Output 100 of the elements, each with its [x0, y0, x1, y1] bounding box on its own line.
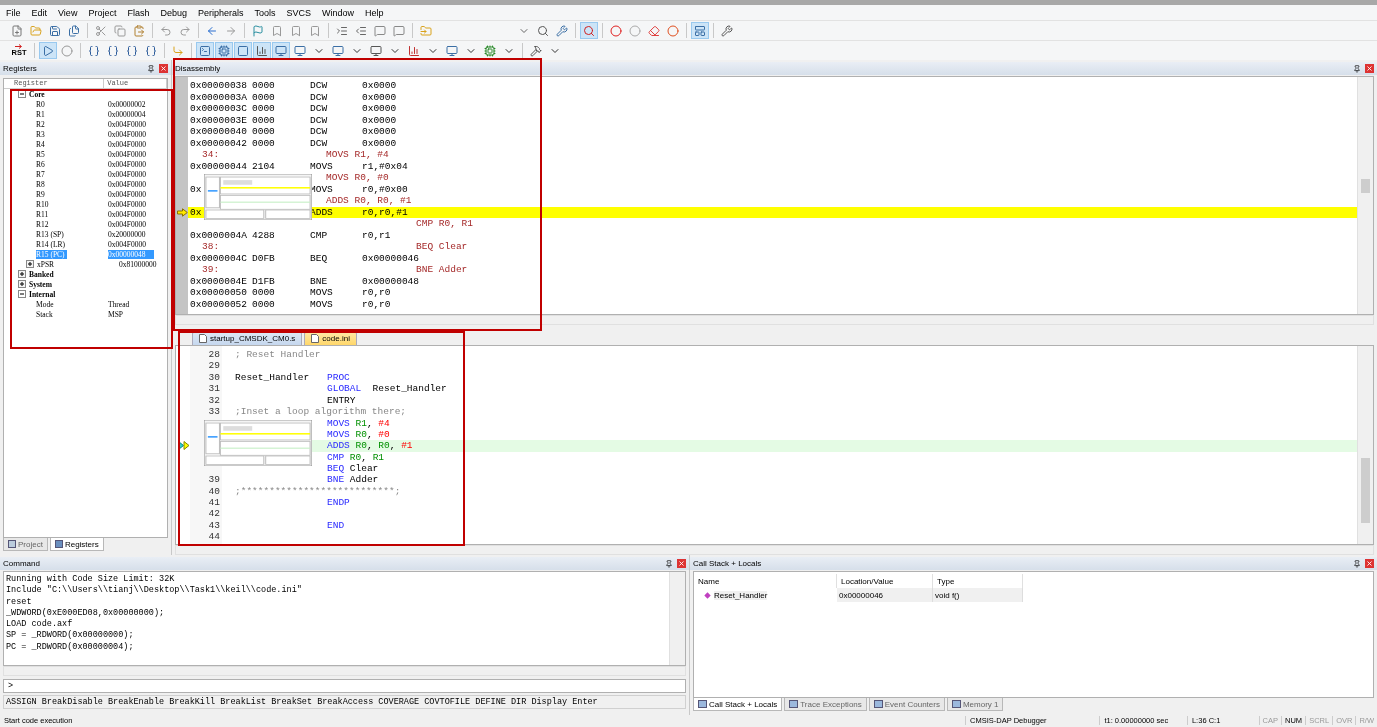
tab-icon — [698, 700, 707, 708]
panel-title: Command — [3, 559, 41, 568]
panel-tab[interactable]: Trace Exceptions — [784, 698, 867, 711]
menu-item[interactable]: Project — [88, 7, 117, 18]
code-statement: CMP R0, R1 — [327, 451, 385, 463]
window-icon[interactable] — [691, 22, 709, 39]
code-statement: PROC — [327, 371, 350, 383]
disassembly-line: 0x00000040 0000 DCW 0x0000 — [189, 126, 398, 138]
panel-tab[interactable]: Call Stack + Locals — [693, 698, 783, 711]
source-line: 39: BNE Adder — [201, 264, 468, 276]
panel-tab[interactable]: Project — [3, 538, 48, 551]
command-output-line: Include "C:\\Users\\tianj\\Desktop\\Task1\\keil\\code.ini" — [6, 585, 302, 596]
arrow-icon — [15, 44, 23, 49]
panel-tab[interactable]: Registers — [49, 538, 104, 551]
scrollbar[interactable] — [175, 545, 1374, 555]
menu-item[interactable]: SVCS — [286, 7, 311, 18]
disassembly-line: 0x00000038 0000 DCW 0x0000 — [189, 80, 398, 92]
scrollbar[interactable] — [175, 315, 1374, 325]
menu-item[interactable]: Window — [322, 7, 355, 18]
menu-item[interactable]: Tools — [254, 7, 276, 18]
close-icon[interactable] — [1365, 64, 1374, 73]
pin-icon[interactable] — [147, 64, 155, 73]
line-number: 41 — [208, 497, 220, 509]
disassembly-line: 0x MOVS r0,#0x00 — [189, 183, 409, 195]
panel-title: Disassembly — [175, 64, 222, 73]
menu-item[interactable]: Peripherals — [197, 7, 244, 18]
close-icon[interactable] — [159, 64, 168, 73]
panel-title: Registers — [3, 64, 38, 73]
line-number: 44 — [208, 531, 220, 543]
disassembly-line: 0x0000004C D0FB BEQ 0x00000046 — [189, 252, 420, 264]
panel-tab[interactable]: Event Counters — [868, 698, 945, 711]
disassembly-line: 0x0000004E D1FB BNE 0x00000048 — [189, 275, 420, 287]
menu-item[interactable]: Debug — [160, 7, 187, 18]
disassembly-line: 0x0000003E 0000 DCW 0x0000 — [189, 114, 398, 126]
tab-icon — [951, 700, 961, 708]
breakpoint-icon[interactable] — [607, 22, 625, 39]
run-icon[interactable] — [39, 42, 57, 59]
disassembly-line: 0x00000044 2104 MOVS r1,#0x04 — [189, 160, 409, 172]
command-output-line: LOAD code.axf — [6, 619, 73, 630]
line-number: 29 — [208, 360, 220, 372]
pin-icon[interactable] — [665, 559, 673, 568]
menu-item[interactable]: Help — [365, 7, 384, 18]
code-statement: MOVS R1, #4 — [327, 417, 390, 429]
debug-search-icon[interactable] — [580, 22, 598, 39]
wrench-icon[interactable] — [553, 22, 571, 39]
scrollbar[interactable] — [1357, 346, 1373, 544]
file-icon — [311, 334, 320, 343]
code-label: Reset_Handler — [235, 371, 310, 383]
menu-item[interactable]: File — [6, 7, 21, 18]
tab-icon — [8, 540, 16, 548]
pin-icon[interactable] — [1353, 559, 1361, 568]
menu-item[interactable]: Edit — [31, 7, 48, 18]
collapse-icon[interactable] — [18, 290, 26, 298]
command-input[interactable]: > — [3, 679, 686, 693]
line-number: 42 — [208, 508, 220, 520]
line-number: 43 — [208, 519, 220, 531]
disassembly-line: 0x0000003C 0000 DCW 0x0000 — [189, 103, 398, 115]
code-comment: ;***************************; — [235, 485, 401, 497]
command-output-line: reset — [6, 596, 32, 607]
table-cell: void f() — [933, 588, 1023, 602]
line-number: 32 — [208, 394, 220, 406]
line-number: 28 — [208, 349, 220, 360]
table-cell[interactable]: Reset_Handler — [714, 590, 768, 600]
function-icon — [704, 591, 711, 599]
code-statement: ENTRY — [327, 394, 356, 406]
disassembly-line: 0x0000004A 4288 CMP r0,r1 — [189, 229, 392, 241]
tab-icon — [873, 700, 883, 708]
collapse-icon[interactable] — [18, 90, 26, 98]
close-icon[interactable] — [1365, 559, 1374, 568]
command-output-line: _WDWORD(0xE000ED08,0x00000000); — [6, 607, 165, 618]
disassembly-line: 0x00000050 0000 MOVS r0,r0 — [189, 287, 392, 299]
table-cell: 0x00000046 — [837, 588, 933, 602]
line-number: 40 — [208, 485, 220, 497]
disassembly-line: 0x00000042 0000 DCW 0x0000 — [189, 137, 398, 149]
disassembly-line: 0x00000052 0000 MOVS r0,r0 — [189, 298, 392, 310]
expand-icon[interactable] — [18, 270, 26, 278]
current-line-arrow-icon — [176, 207, 188, 217]
scrollbar[interactable] — [1357, 77, 1373, 314]
line-number: 31 — [208, 383, 220, 395]
close-icon[interactable] — [677, 559, 686, 568]
code-statement: BNE Adder — [327, 474, 379, 486]
scrollbar[interactable] — [3, 666, 686, 676]
panel-tab[interactable]: Memory 1 — [946, 698, 1004, 711]
code-statement: END — [327, 520, 345, 532]
code-statement: GLOBAL Reset_Handler — [327, 383, 447, 395]
expand-icon[interactable] — [18, 280, 26, 288]
menu-item[interactable]: Flash — [127, 7, 150, 18]
code-comment: ;Inset a loop algorithm there; — [235, 406, 407, 418]
expand-icon[interactable] — [26, 260, 34, 268]
tab-icon — [54, 540, 63, 548]
settings-icon[interactable] — [718, 22, 736, 39]
scrollbar[interactable] — [669, 572, 685, 665]
code-statement: MOVS R0, #0 — [327, 428, 390, 440]
line-number: 33 — [208, 405, 220, 417]
code-statement: ENDP — [327, 497, 350, 509]
source-line: CMP R0, R1 — [415, 218, 473, 230]
menu-item[interactable]: View — [58, 7, 78, 18]
pin-icon[interactable] — [1353, 64, 1361, 73]
source-line: 38: BEQ Clear — [201, 241, 468, 253]
source-line: MOVS R0, #0 — [325, 172, 389, 184]
